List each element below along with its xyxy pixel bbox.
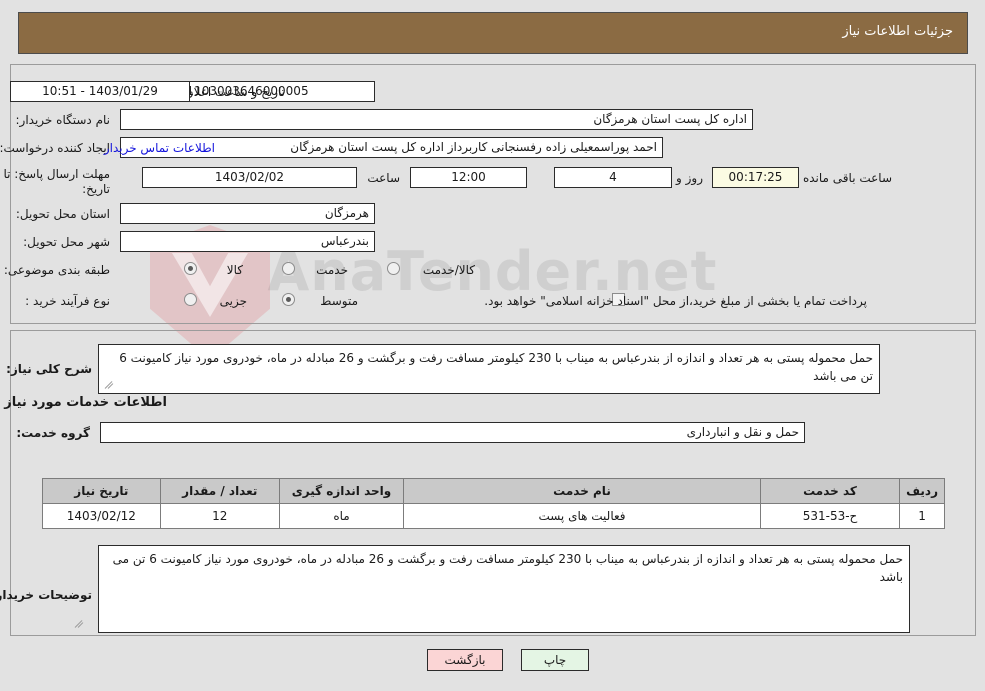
column-header-service-name: نام خدمت <box>403 478 761 504</box>
city-value: بندرعباس <box>120 231 375 252</box>
table-row: 1 ح-53-531 فعالیت های پست ماه 12 1403/02… <box>42 503 945 529</box>
back-button[interactable]: بازگشت <box>427 649 503 671</box>
cell-quantity: 12 <box>159 503 280 529</box>
category-label-kala: کالا <box>226 263 243 277</box>
treasury-bond-label: پرداخت تمام یا بخشی از مبلغ خرید،از محل … <box>484 294 867 308</box>
cell-service-name: فعالیت های پست <box>403 503 761 529</box>
need-description-label: شرح کلی نیاز: <box>6 362 92 376</box>
remaining-days-value: 4 <box>554 167 672 188</box>
category-radio-kala[interactable] <box>184 262 197 275</box>
page-root: AnaTender.net جزئیات اطلاعات نیاز شماره … <box>0 0 985 691</box>
process-radio-motevaset[interactable] <box>282 293 295 306</box>
category-label: طبقه بندی موضوعی: <box>3 263 110 277</box>
cell-need-date: 1403/02/12 <box>42 503 161 529</box>
cell-unit: ماه <box>278 503 405 529</box>
cell-service-code: ح-53-531 <box>759 503 901 529</box>
deadline-date-value: 1403/02/02 <box>142 167 357 188</box>
process-radio-jozi[interactable] <box>184 293 197 306</box>
process-label-jozi: جزیی <box>219 294 247 308</box>
remaining-time-label: ساعت باقی مانده <box>802 171 892 185</box>
print-button[interactable]: چاپ <box>521 649 589 671</box>
province-label: استان محل تحویل: <box>15 207 110 221</box>
need-description-value: حمل محموله پستی به هر تعداد و اندازه از … <box>98 344 880 394</box>
table-header-row: ردیف کد خدمت نام خدمت واحد اندازه گیری ت… <box>42 478 945 504</box>
category-radio-kala-khedmat[interactable] <box>387 262 400 275</box>
process-label-motevaset: متوسط <box>320 294 358 308</box>
service-group-value: حمل و نقل و انبارداری <box>100 422 805 443</box>
buyer-org-label: نام دستگاه خریدار: <box>15 113 111 127</box>
deadline-label-line2: تاریخ: <box>82 182 110 196</box>
city-label: شهر محل تحویل: <box>23 235 110 249</box>
buyer-notes-label: توضیحات خریدار: <box>0 588 92 602</box>
column-header-row-no: ردیف <box>899 478 945 504</box>
process-label: نوع فرآیند خرید : <box>25 294 110 308</box>
buyer-org-value: اداره کل پست استان هرمزگان <box>120 109 753 130</box>
creator-label: ایجاد کننده درخواست: <box>0 141 110 155</box>
service-group-label: گروه خدمت: <box>16 426 90 440</box>
buyer-contact-link[interactable]: اطلاعات تماس خریدار <box>104 141 215 155</box>
services-table: ردیف کد خدمت نام خدمت واحد اندازه گیری ت… <box>42 478 945 529</box>
column-header-quantity: تعداد / مقدار <box>159 478 280 504</box>
hour-label: ساعت <box>367 171 400 185</box>
cell-row-no: 1 <box>899 503 945 529</box>
days-label: روز و <box>676 171 703 185</box>
announce-datetime-value: 1403/01/29 - 10:51 <box>10 81 190 102</box>
province-value: هرمزگان <box>120 203 375 224</box>
category-label-khedmat: خدمت <box>316 263 348 277</box>
page-title: جزئیات اطلاعات نیاز <box>842 24 953 39</box>
column-header-service-code: کد خدمت <box>759 478 901 504</box>
need-info-panel <box>10 64 976 324</box>
services-heading: اطلاعات خدمات مورد نیاز <box>4 395 167 410</box>
header-bar: جزئیات اطلاعات نیاز <box>18 12 968 54</box>
column-header-unit: واحد اندازه گیری <box>278 478 405 504</box>
buyer-notes-value: حمل محموله پستی به هر تعداد و اندازه از … <box>98 545 910 633</box>
category-radio-khedmat[interactable] <box>282 262 295 275</box>
deadline-label-line1: مهلت ارسال پاسخ: تا <box>3 167 110 181</box>
column-header-need-date: تاریخ نیاز <box>42 478 161 504</box>
category-label-kala-khedmat: کالا/خدمت <box>422 263 475 277</box>
remaining-time-value: 00:17:25 <box>712 167 799 188</box>
deadline-time-value: 12:00 <box>410 167 527 188</box>
